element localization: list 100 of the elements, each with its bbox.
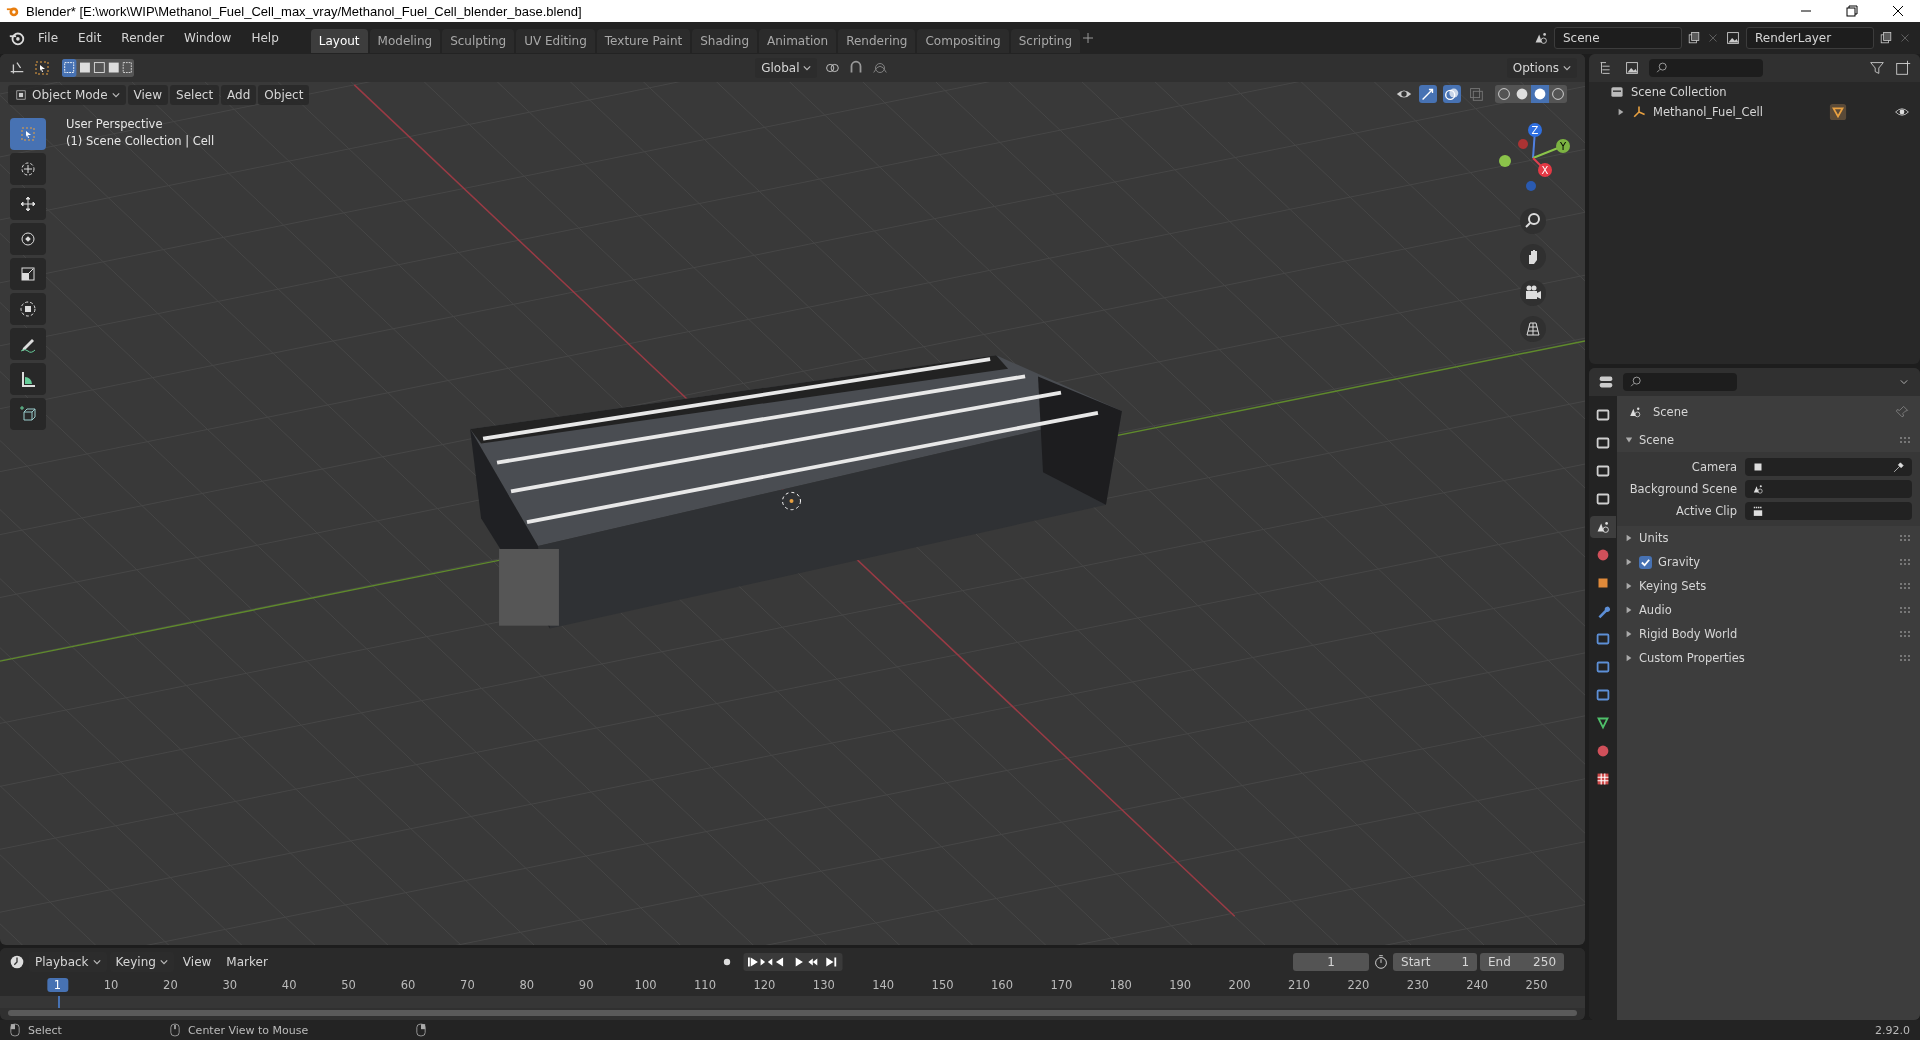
panel-header[interactable]: Custom Properties	[1639, 651, 1745, 665]
workspace-tab[interactable]: Texture Paint	[596, 29, 691, 53]
workspace-tab[interactable]: UV Editing	[516, 29, 595, 53]
workspace-tab[interactable]: Rendering	[838, 29, 916, 53]
menu-item[interactable]: Help	[243, 28, 287, 48]
camera-icon[interactable]	[1520, 280, 1546, 306]
cursor-tool-button[interactable]	[10, 153, 46, 185]
mouse-left-icon	[10, 1023, 20, 1037]
current-frame-field[interactable]: 1	[1293, 953, 1369, 971]
copy-icon[interactable]	[1878, 30, 1894, 46]
viewport-menu[interactable]: Object	[258, 85, 310, 105]
scale-tool-button[interactable]	[10, 258, 46, 290]
add-cube-icon	[18, 404, 38, 424]
gizmo-toggle-icon[interactable]	[1419, 85, 1437, 103]
mouse-middle-icon	[169, 1023, 180, 1037]
measure-tool-button[interactable]	[10, 363, 46, 395]
expand-right-icon[interactable]	[1617, 108, 1625, 116]
scene-field[interactable]	[1745, 480, 1912, 498]
panel-header[interactable]: Units	[1639, 531, 1669, 545]
expand-right-icon[interactable]	[1625, 630, 1633, 638]
search-field[interactable]	[1649, 59, 1763, 77]
expand-down-icon[interactable]	[1625, 436, 1633, 444]
clip-field[interactable]	[1745, 502, 1912, 520]
drag-handle-icon[interactable]	[1900, 558, 1912, 566]
mode-dropdown[interactable]: Object Mode	[8, 85, 126, 105]
start-frame-field[interactable]: Start 1	[1393, 953, 1477, 971]
expand-right-icon[interactable]	[1625, 654, 1633, 662]
drag-handle-icon[interactable]	[1900, 534, 1912, 542]
stopwatch-icon[interactable]	[1372, 953, 1390, 971]
eyedropper-icon[interactable]	[1892, 460, 1906, 474]
grid-icon[interactable]	[1520, 316, 1546, 342]
timeline-menu[interactable]: Marker	[220, 952, 274, 972]
copy-icon[interactable]	[1686, 30, 1702, 46]
scene-properties-tab[interactable]	[1590, 516, 1616, 538]
outliner-item[interactable]: Methanol_Fuel_Cell	[1653, 105, 1763, 119]
panel-header[interactable]: Rigid Body World	[1639, 627, 1738, 641]
drag-handle-icon[interactable]	[1900, 582, 1912, 590]
drag-handle-icon[interactable]	[1900, 630, 1912, 638]
modifier-badge-icon	[1828, 103, 1847, 121]
workspace-tab[interactable]: Shading	[692, 29, 757, 53]
workspace-tab[interactable]: Sculpting	[442, 29, 515, 53]
scene-icon	[1751, 482, 1765, 496]
menu-item[interactable]: Edit	[70, 28, 110, 48]
move-tool-button[interactable]	[10, 188, 46, 220]
image-icon[interactable]	[1724, 29, 1742, 47]
camera-field[interactable]	[1745, 458, 1912, 476]
workspace-tab[interactable]: Layout	[310, 29, 368, 53]
search-field[interactable]	[1623, 373, 1737, 391]
clock-icon[interactable]	[8, 953, 26, 971]
annotate-tool-button[interactable]	[10, 328, 46, 360]
expand-right-icon[interactable]	[1625, 606, 1633, 614]
panel-header[interactable]: Scene	[1639, 433, 1675, 447]
view-layer-field[interactable]: RenderLayer	[1746, 27, 1874, 49]
restore-icon[interactable]	[1846, 5, 1858, 17]
current-frame-marker[interactable]: 1	[46, 978, 69, 992]
hand-icon[interactable]	[1520, 244, 1546, 270]
panel-header[interactable]: Gravity	[1658, 555, 1700, 569]
checkbox[interactable]	[1639, 555, 1652, 569]
filter-icon[interactable]	[1868, 59, 1886, 77]
workspace-tab[interactable]: Modeling	[369, 29, 441, 53]
scrollbar[interactable]	[8, 1010, 1577, 1016]
zoom-icon[interactable]	[1520, 208, 1546, 234]
workspace-tab[interactable]: Animation	[759, 29, 837, 53]
scene-field[interactable]: Scene	[1554, 27, 1682, 49]
outliner-item[interactable]: Scene Collection	[1631, 85, 1727, 99]
frame-number: 80	[519, 978, 535, 992]
close-icon[interactable]	[1892, 5, 1904, 17]
frame-number: 230	[1406, 978, 1429, 992]
axis-gizmo-drawing[interactable]: Z Y X	[1493, 118, 1573, 198]
options-dropdown[interactable]: Options	[1506, 58, 1577, 78]
menu-item[interactable]: File	[30, 28, 67, 48]
expand-right-icon[interactable]	[1625, 582, 1633, 590]
workspace-tab[interactable]: Compositing	[917, 29, 1009, 53]
field-label: Background Scene	[1628, 482, 1737, 496]
end-frame-field[interactable]: End 250	[1480, 953, 1564, 971]
timeline-menu[interactable]: View	[176, 952, 218, 972]
viewport-menu[interactable]: Select	[170, 85, 220, 105]
menu-item[interactable]: Window	[176, 28, 240, 48]
add-icon[interactable]	[1082, 32, 1095, 44]
frame-number: 240	[1466, 978, 1489, 992]
new-collection-icon[interactable]	[1894, 59, 1912, 77]
rotate-tool-button[interactable]	[10, 223, 46, 255]
viewport-menu[interactable]: View	[127, 85, 169, 105]
panel-header[interactable]: Keying Sets	[1639, 579, 1707, 593]
panel-header[interactable]: Audio	[1639, 603, 1672, 617]
viewport-menu[interactable]: Add	[221, 85, 257, 105]
overlay-toggle-icon[interactable]	[1443, 85, 1461, 103]
transform-tool-button[interactable]	[10, 293, 46, 325]
drag-handle-icon[interactable]	[1900, 654, 1912, 662]
display-mode-icon[interactable]	[1623, 59, 1641, 77]
workspace-tab[interactable]: Scripting	[1010, 29, 1081, 53]
drag-handle-icon[interactable]	[1900, 606, 1912, 614]
frame-number: 150	[931, 978, 954, 992]
expand-right-icon[interactable]	[1625, 534, 1633, 542]
collection-icon	[1609, 84, 1625, 100]
orientation-dropdown[interactable]: Global	[755, 58, 818, 78]
drag-handle-icon[interactable]	[1900, 436, 1912, 444]
select-box-icon[interactable]	[32, 58, 52, 78]
menu-item[interactable]: Render	[113, 28, 173, 48]
expand-right-icon[interactable]	[1625, 558, 1633, 566]
